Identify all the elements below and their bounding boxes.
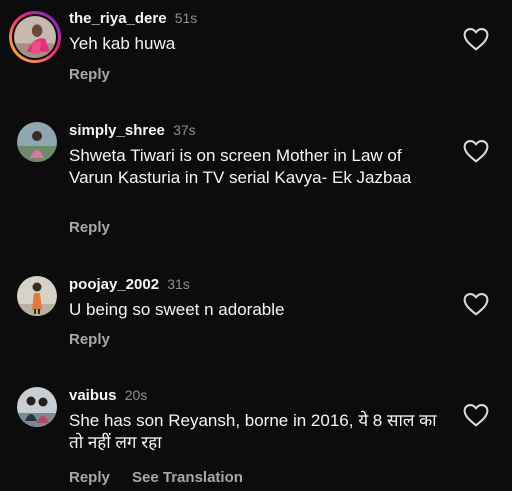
- comment-username[interactable]: poojay_2002: [69, 276, 159, 293]
- avatar[interactable]: [9, 11, 61, 63]
- comment-meta: simply_shree 37s: [69, 121, 196, 140]
- story-ring: [12, 14, 58, 60]
- comment-username[interactable]: simply_shree: [69, 122, 165, 139]
- comment-meta: vaibus 20s: [69, 386, 147, 405]
- avatar[interactable]: [17, 387, 57, 427]
- comment-meta: the_riya_dere 51s: [69, 9, 197, 28]
- avatar-image: [17, 276, 57, 316]
- avatar-image: [17, 122, 57, 162]
- reply-button[interactable]: Reply: [69, 219, 110, 236]
- comment-actions: Reply: [69, 331, 128, 348]
- comment-text: Yeh kab huwa: [69, 34, 176, 53]
- comment-timestamp: 20s: [124, 387, 148, 403]
- avatar-image: [17, 387, 57, 427]
- comment-text: She has son Reyansh, borne in 2016, ये 8…: [69, 411, 437, 452]
- avatar-image: [14, 16, 56, 58]
- reply-button[interactable]: Reply: [69, 469, 110, 486]
- comment-timestamp: 31s: [167, 276, 190, 292]
- comment-actions: Reply See Translation: [69, 469, 261, 486]
- comment-actions: Reply: [69, 66, 128, 83]
- heart-icon[interactable]: [463, 139, 489, 163]
- comment-text: U being so sweet n adorable: [69, 300, 285, 319]
- heart-icon[interactable]: [463, 292, 489, 316]
- comment-meta: poojay_2002 31s: [69, 275, 190, 294]
- comment-username[interactable]: the_riya_dere: [69, 10, 167, 27]
- comment-timestamp: 37s: [173, 122, 196, 138]
- comment-actions: Reply: [69, 219, 128, 236]
- see-translation-button[interactable]: See Translation: [132, 469, 243, 486]
- reply-button[interactable]: Reply: [69, 66, 110, 83]
- reply-button[interactable]: Reply: [69, 331, 110, 348]
- comment-text: Shweta Tiwari is on screen Mother in Law…: [69, 146, 412, 187]
- avatar[interactable]: [17, 122, 57, 162]
- avatar[interactable]: [17, 276, 57, 316]
- comment-timestamp: 51s: [174, 10, 198, 26]
- comment-username[interactable]: vaibus: [69, 387, 117, 404]
- heart-icon[interactable]: [463, 403, 489, 427]
- heart-icon[interactable]: [463, 27, 489, 51]
